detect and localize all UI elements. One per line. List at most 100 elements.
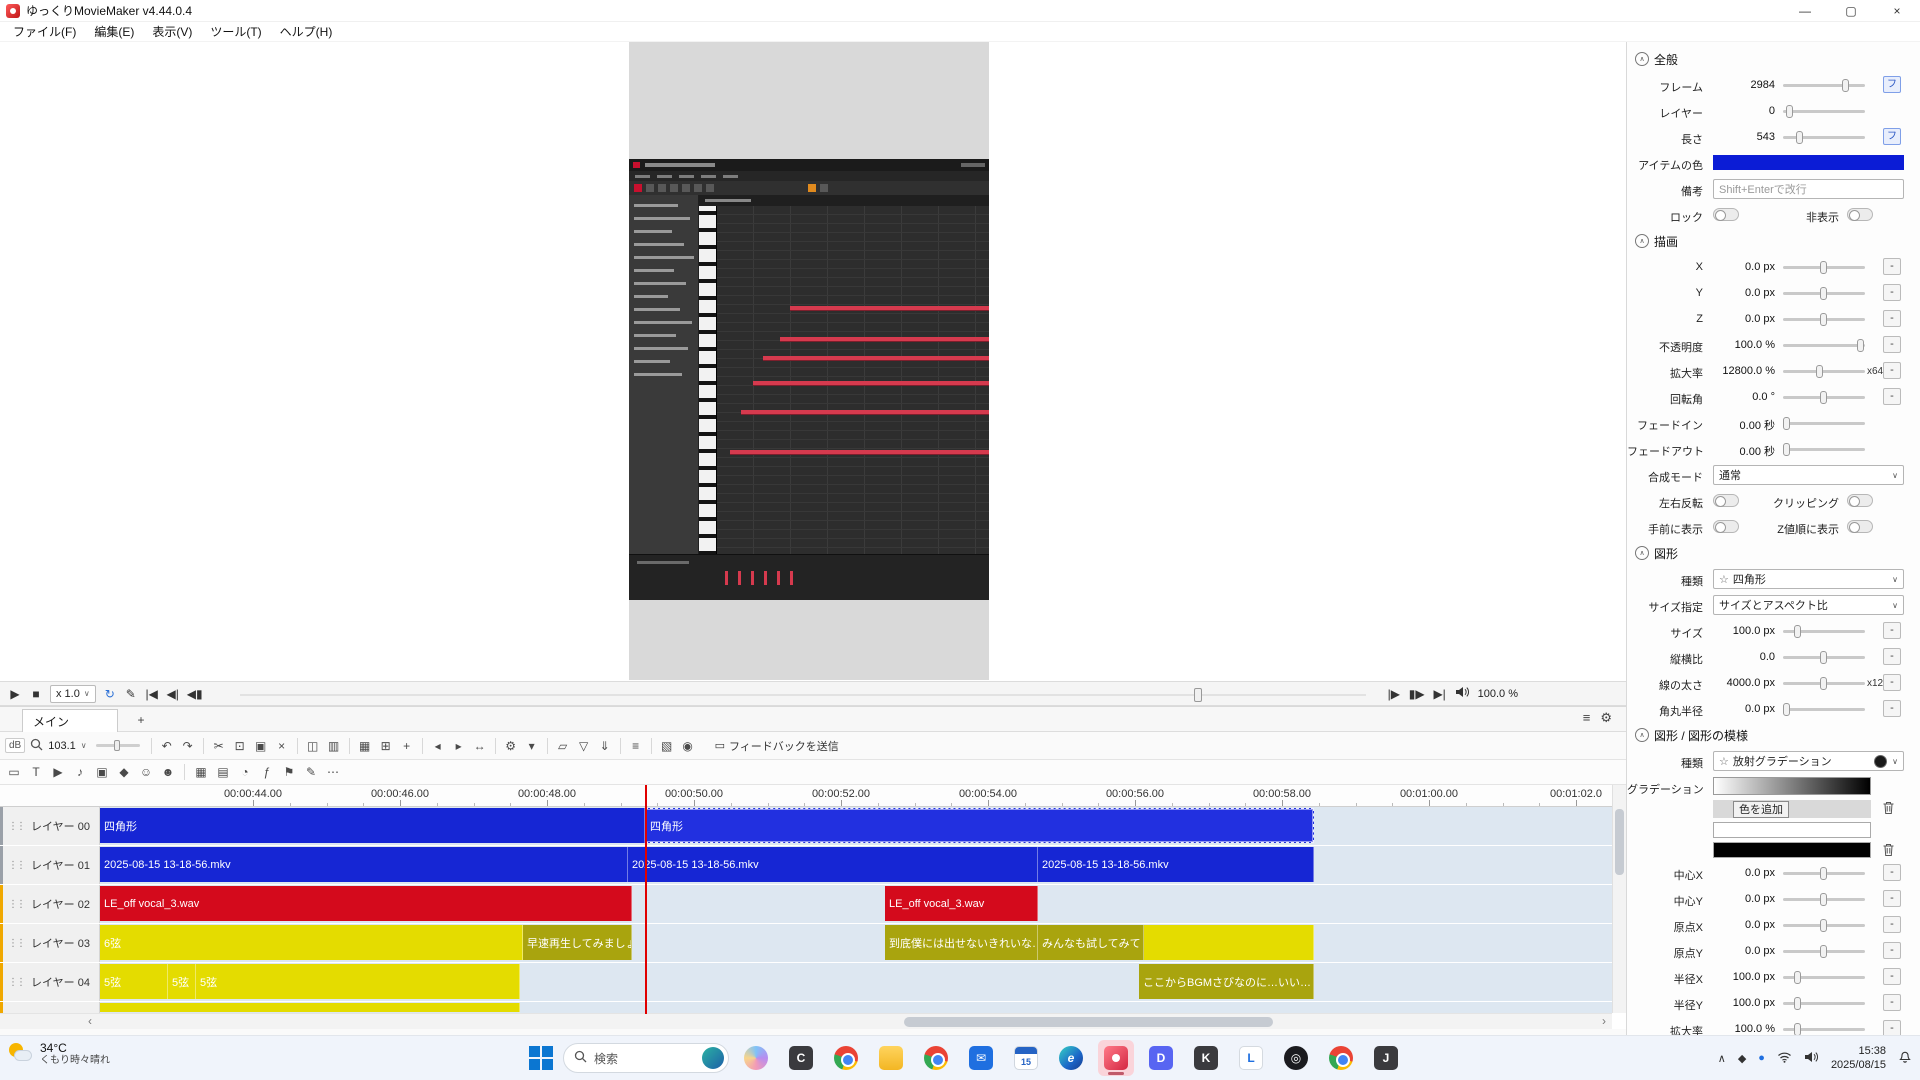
timeline-clip[interactable]: 2025-08-15 13-18-56.mkv bbox=[628, 847, 1038, 882]
layer-header[interactable]: ⋮⋮レイヤー 03 bbox=[0, 924, 100, 962]
search-box[interactable]: 検索 bbox=[563, 1043, 729, 1073]
corner-radius-decrement-button[interactable]: - bbox=[1883, 700, 1901, 717]
frame-value[interactable]: 2984 bbox=[1705, 79, 1775, 91]
gradient-stop-white-swatch[interactable] bbox=[1713, 822, 1871, 838]
timeline-clip[interactable]: ここからBGMさびなのに…いい… bbox=[1139, 964, 1314, 999]
timeline-clip[interactable]: LE_off vocal_3.wav bbox=[885, 886, 1038, 921]
origin-x-value[interactable]: 0.0 px bbox=[1705, 919, 1775, 931]
zoom-slider-handle[interactable] bbox=[114, 740, 120, 751]
lock-toggle[interactable] bbox=[1713, 208, 1739, 221]
tab-main[interactable]: メイン bbox=[22, 709, 118, 732]
timeline-clip[interactable]: 早速再生してみましょ bbox=[523, 925, 632, 960]
aspect-ratio-slider[interactable] bbox=[1783, 656, 1865, 659]
rotation-decrement-button[interactable]: - bbox=[1883, 388, 1901, 405]
size-decrement-button[interactable]: - bbox=[1883, 622, 1901, 639]
add-pen-item[interactable]: ✎ bbox=[303, 763, 319, 781]
app-edge[interactable]: e bbox=[1053, 1040, 1089, 1076]
pos-z-slider[interactable] bbox=[1783, 318, 1865, 321]
item-color-swatch[interactable] bbox=[1713, 155, 1904, 170]
timeline-clip[interactable]: 2025-08-15 13-18-56.mkv bbox=[1038, 847, 1314, 882]
item-forward-button[interactable]: ▮▶ bbox=[1409, 687, 1425, 701]
timeline-clip[interactable]: 四角形 bbox=[100, 808, 645, 843]
add-effect-item[interactable]: ƒ bbox=[259, 763, 275, 781]
notification-bell-icon[interactable] bbox=[1898, 1049, 1912, 1067]
horizontal-scroll-thumb[interactable] bbox=[904, 1017, 1273, 1027]
zoom-caret-icon[interactable]: ∨ bbox=[81, 741, 87, 750]
layer-drag-handle[interactable]: ⋮⋮ bbox=[8, 977, 24, 988]
clipping-toggle[interactable] bbox=[1847, 494, 1873, 507]
pattern-scale-decrement-button[interactable]: - bbox=[1883, 1020, 1901, 1035]
timeline-clip[interactable]: 2025-08-15 13-18-56.mkv bbox=[100, 847, 628, 882]
center-y-value[interactable]: 0.0 px bbox=[1705, 893, 1775, 905]
fit-button[interactable]: ↔ bbox=[472, 737, 488, 755]
app-j[interactable]: J bbox=[1368, 1040, 1404, 1076]
open-button[interactable]: ▱ bbox=[555, 737, 571, 755]
pos-y-slider[interactable] bbox=[1783, 292, 1865, 295]
app-calendar[interactable]: 15 bbox=[1008, 1040, 1044, 1076]
radius-x-decrement-button[interactable]: - bbox=[1883, 968, 1901, 985]
trash-icon[interactable] bbox=[1879, 799, 1897, 817]
snap-button[interactable]: ⊞ bbox=[378, 737, 394, 755]
app-k[interactable]: K bbox=[1188, 1040, 1224, 1076]
slider-handle[interactable] bbox=[1794, 625, 1801, 638]
slider-handle[interactable] bbox=[1820, 261, 1827, 274]
skip-start-button[interactable]: |◀ bbox=[145, 687, 159, 701]
copy-button[interactable]: ⊡ bbox=[232, 737, 248, 755]
layer-track[interactable]: 6弦早速再生してみましょ到底僕には出せないきれいな…みんなも試してみて bbox=[100, 924, 1612, 962]
rotation-slider[interactable] bbox=[1783, 396, 1865, 399]
frame-slider[interactable] bbox=[1783, 84, 1865, 87]
playhead[interactable] bbox=[645, 785, 647, 1014]
radius-y-decrement-button[interactable]: - bbox=[1883, 994, 1901, 1011]
tray-app-2[interactable]: ● bbox=[1758, 1052, 1765, 1064]
center-x-slider[interactable] bbox=[1783, 872, 1865, 875]
size-value[interactable]: 100.0 px bbox=[1705, 625, 1775, 637]
menu-file[interactable]: ファイル(F) bbox=[4, 22, 85, 41]
timeline-clip[interactable]: LE_off vocal_3.wav bbox=[100, 886, 632, 921]
save-button[interactable]: ▽ bbox=[576, 737, 592, 755]
section-header[interactable]: ∧全般 bbox=[1627, 46, 1920, 72]
layer-track[interactable]: 2025-08-15 13-18-56.mkv2025-08-15 13-18-… bbox=[100, 846, 1612, 884]
app-mail[interactable]: ✉ bbox=[963, 1040, 999, 1076]
section-header[interactable]: ∧図形 / 図形の模様 bbox=[1627, 722, 1920, 748]
volume-icon[interactable] bbox=[1455, 686, 1470, 701]
wifi-icon[interactable] bbox=[1777, 1051, 1792, 1066]
timeline-clip[interactable]: 5弦 bbox=[168, 964, 196, 999]
corner-radius-value[interactable]: 0.0 px bbox=[1705, 703, 1775, 715]
app-discord[interactable]: D bbox=[1143, 1040, 1179, 1076]
timeline-menu-icon[interactable]: ≡ bbox=[1583, 710, 1591, 726]
add-group-item[interactable]: ▦ bbox=[193, 763, 209, 781]
slider-handle[interactable] bbox=[1820, 391, 1827, 404]
app-copilot[interactable] bbox=[738, 1040, 774, 1076]
fade-out-slider[interactable] bbox=[1783, 448, 1865, 451]
collapse-icon[interactable]: ∧ bbox=[1635, 234, 1649, 248]
radius-y-value[interactable]: 100.0 px bbox=[1705, 997, 1775, 1009]
layer-header[interactable]: ⋮⋮レイヤー 02 bbox=[0, 885, 100, 923]
timeline-settings-button[interactable]: ⚙ bbox=[503, 737, 519, 755]
pos-y-decrement-button[interactable]: - bbox=[1883, 284, 1901, 301]
slider-handle[interactable] bbox=[1786, 105, 1793, 118]
menu-view[interactable]: 表示(V) bbox=[143, 22, 201, 41]
app-dark-1[interactable]: C bbox=[783, 1040, 819, 1076]
slider-handle[interactable] bbox=[1820, 867, 1827, 880]
add-shape-item[interactable]: ◆ bbox=[116, 763, 132, 781]
delete-button[interactable]: × bbox=[274, 737, 290, 755]
length-value[interactable]: 543 bbox=[1705, 131, 1775, 143]
size-mode-dropdown[interactable]: サイズとアスペクト比∨ bbox=[1713, 595, 1904, 615]
rotation-value[interactable]: 0.0 ° bbox=[1705, 391, 1775, 403]
pos-z-decrement-button[interactable]: - bbox=[1883, 310, 1901, 327]
radius-y-slider[interactable] bbox=[1783, 1002, 1865, 1005]
scale-value[interactable]: 12800.0 % bbox=[1705, 365, 1775, 377]
layer-header[interactable]: ⋮⋮レイヤー 01 bbox=[0, 846, 100, 884]
volume-icon[interactable] bbox=[1804, 1051, 1819, 1066]
undo-button[interactable]: ↶ bbox=[159, 737, 175, 755]
radius-x-value[interactable]: 100.0 px bbox=[1705, 971, 1775, 983]
slider-handle[interactable] bbox=[1794, 1023, 1801, 1035]
paste-button[interactable]: ▣ bbox=[253, 737, 269, 755]
aspect-ratio-value[interactable]: 0.0 bbox=[1705, 651, 1775, 663]
timeline-clip[interactable]: 四角形 bbox=[645, 808, 1314, 843]
pattern-type-dropdown[interactable]: ☆放射グラデーション∨ bbox=[1713, 751, 1904, 771]
pos-x-value[interactable]: 0.0 px bbox=[1705, 261, 1775, 273]
layer-drag-handle[interactable]: ⋮⋮ bbox=[8, 860, 24, 871]
gradient-stop-black-swatch[interactable] bbox=[1713, 842, 1871, 858]
more-items-button[interactable]: ⋯ bbox=[325, 763, 341, 781]
